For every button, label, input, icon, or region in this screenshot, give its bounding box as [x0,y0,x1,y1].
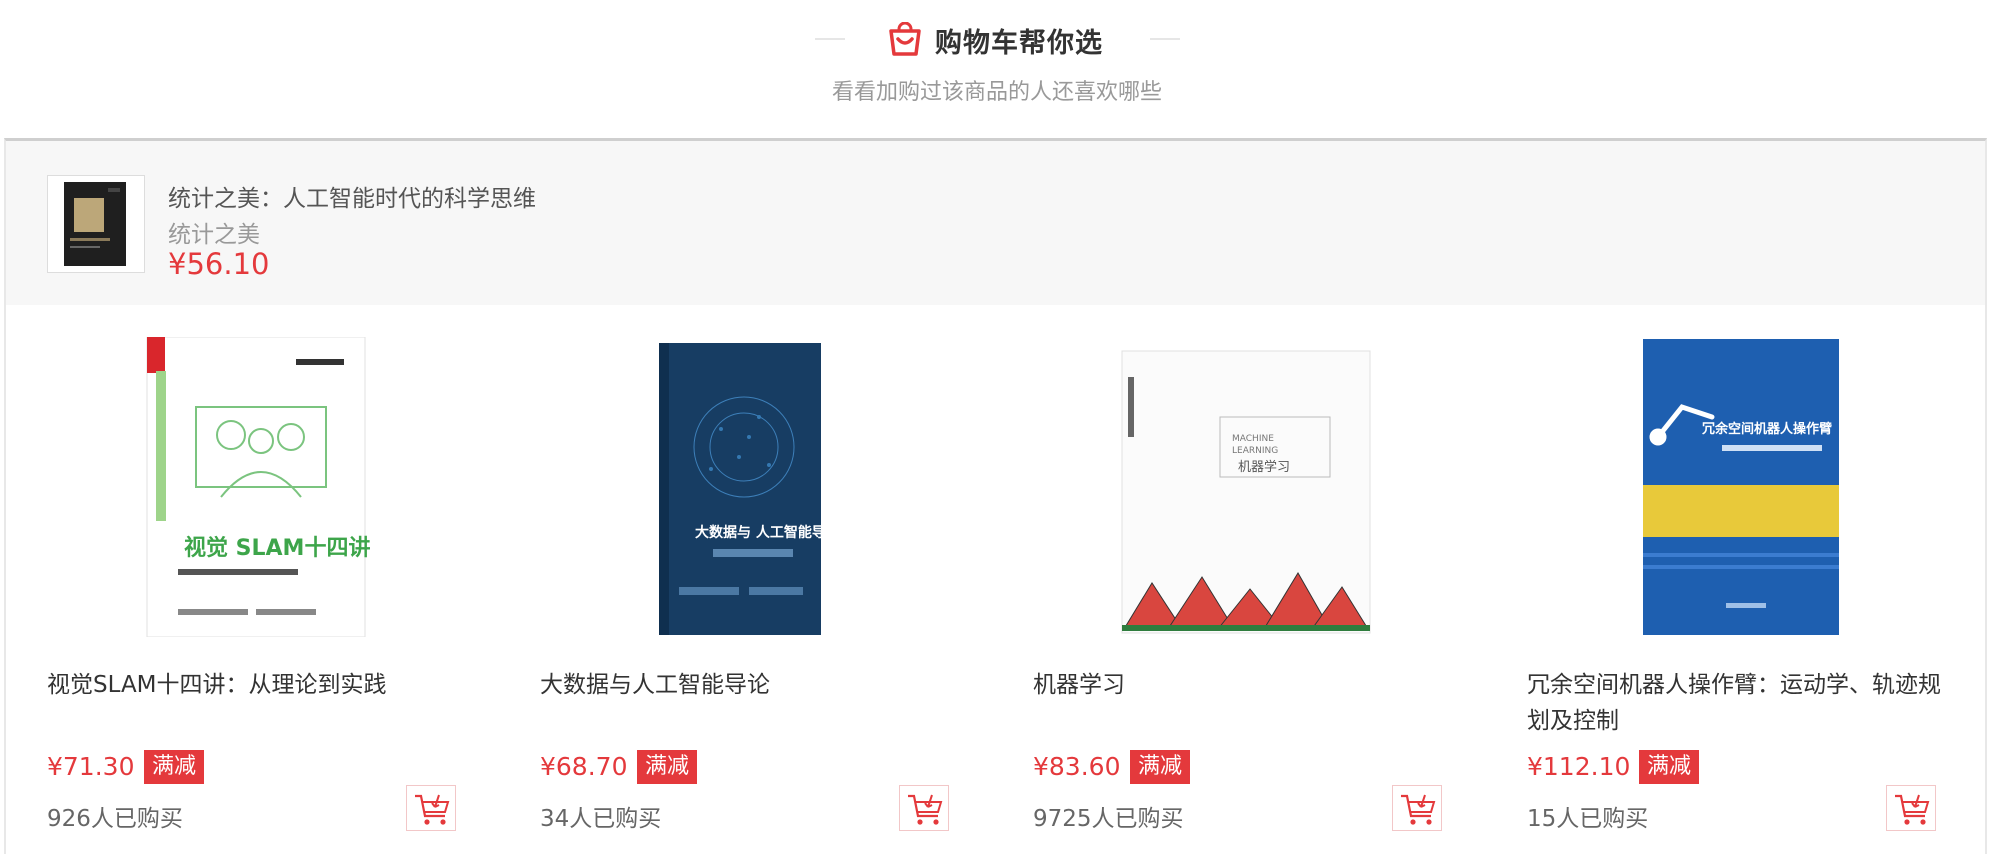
product-price: ¥83.60 [1033,752,1121,781]
product-price: ¥71.30 [47,752,135,781]
sold-count: 15人已购买 [1527,806,1649,832]
current-item-price: ¥56.10 [168,247,270,281]
product-name[interactable]: 大数据与人工智能导论 [540,667,960,703]
product-cover-image[interactable]: MACHINE LEARNING 机器学习 [992,337,1432,637]
current-item-subtitle: 统计之美 [168,222,260,248]
product-cover-image[interactable]: 视觉 SLAM十四讲 [6,336,446,638]
product-cover-image[interactable]: 大数据与 人工智能导论 [499,337,939,637]
cover-title-text: 大数据与 人工智能导论 [695,524,841,541]
cover-title-text: 视觉 SLAM十四讲 [184,535,370,561]
product-price: ¥68.70 [540,752,628,781]
product-price: ¥112.10 [1527,752,1631,781]
sold-count: 34人已购买 [540,806,662,832]
sold-count: 926人已购买 [47,806,183,832]
current-item[interactable]: 统计之美：人工智能时代的科学思维 统计之美 ¥56.10 [6,141,1985,305]
current-item-title[interactable]: 统计之美：人工智能时代的科学思维 [168,179,536,213]
promo-tag: 满减 [144,750,205,784]
product-card: 冗余空间机器人操作臂 冗余空间机器人操作臂：运动学、轨迹规划及控制 ¥112.1… [1486,305,1941,845]
add-to-cart-button[interactable] [1392,785,1442,831]
promo-tag: 满减 [1639,750,1700,784]
product-name[interactable]: 冗余空间机器人操作臂：运动学、轨迹规划及控制 [1527,667,1947,739]
promo-tag: 满减 [1130,750,1191,784]
svg-text:MACHINE: MACHINE [1232,434,1274,444]
product-name[interactable]: 机器学习 [1033,667,1453,703]
cart-add-icon [1895,794,1930,825]
header-subtitle: 看看加购过该商品的人还喜欢哪些 [831,80,1162,105]
add-to-cart-button[interactable] [406,785,456,831]
cart-add-icon [908,794,943,825]
shopping-bag-icon [889,22,921,56]
product-cover-image[interactable]: 冗余空间机器人操作臂 [1486,337,1926,637]
cover-title-text: 机器学习 [1238,459,1290,475]
svg-text:LEARNING: LEARNING [1232,446,1278,456]
header-title-group: 购物车帮你选 [887,20,1103,60]
product-card: 视觉 SLAM十四讲 视觉SLAM十四讲：从理论到实践 ¥71.30 满减 92… [6,305,456,845]
add-to-cart-button[interactable] [899,785,949,831]
recommend-header: 购物车帮你选 看看加购过该商品的人还喜欢哪些 [0,0,1994,110]
cart-add-icon [415,794,450,825]
header-divider-left [815,38,845,40]
sold-count: 9725人已购买 [1033,806,1184,832]
product-card: 大数据与 人工智能导论 大数据与人工智能导论 ¥68.70 满减 34人已购买 [499,305,949,845]
header-divider-right [1150,38,1180,40]
product-card: MACHINE LEARNING 机器学习 机器学习 ¥83.60 满减 972… [992,305,1442,845]
cover-title-text: 冗余空间机器人操作臂 [1702,421,1832,437]
recommend-panel: 统计之美：人工智能时代的科学思维 统计之美 ¥56.10 视觉 SLAM十四讲 … [4,138,1987,854]
promo-tag: 满减 [637,750,698,784]
current-item-thumbnail[interactable] [47,175,145,273]
product-name[interactable]: 视觉SLAM十四讲：从理论到实践 [47,667,467,703]
cart-add-icon [1401,794,1436,825]
header-title: 购物车帮你选 [935,27,1103,59]
product-grid: 视觉 SLAM十四讲 视觉SLAM十四讲：从理论到实践 ¥71.30 满减 92… [6,305,1985,845]
add-to-cart-button[interactable] [1886,785,1936,831]
